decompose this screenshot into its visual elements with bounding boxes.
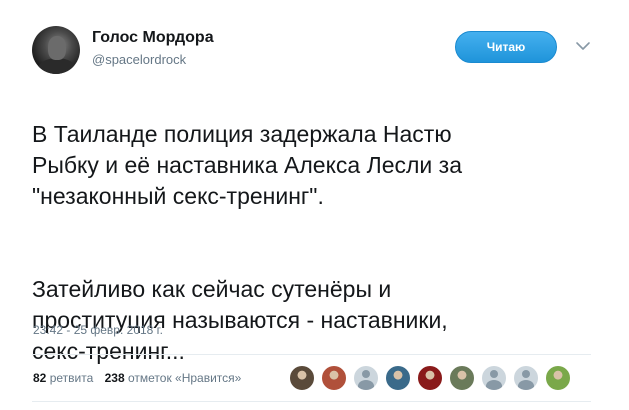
default-egg-avatar-icon[interactable]: [353, 365, 379, 391]
divider: [32, 401, 591, 402]
likes-label: отметок «Нравится»: [127, 371, 242, 385]
follow-button[interactable]: Читаю: [455, 31, 557, 63]
default-egg-avatar-icon[interactable]: [481, 365, 507, 391]
author-screen-name[interactable]: @spacelordrock: [92, 52, 186, 67]
retweets-count: 82: [33, 371, 47, 385]
user-avatar-icon[interactable]: [289, 365, 315, 391]
avatar-shoulders: [38, 58, 76, 74]
divider: [32, 354, 591, 355]
author-display-name[interactable]: Голос Мордора: [92, 29, 214, 47]
user-avatar-icon[interactable]: [545, 365, 571, 391]
user-avatar-icon[interactable]: [385, 365, 411, 391]
tweet-stats: 82 ретвита 238 отметок «Нравится»: [33, 371, 241, 385]
default-egg-avatar-icon[interactable]: [513, 365, 539, 391]
avatar-face: [48, 36, 66, 60]
retweets-stat[interactable]: 82 ретвита: [33, 371, 93, 385]
likes-count: 238: [104, 371, 125, 385]
user-avatar-icon[interactable]: [449, 365, 475, 391]
likes-stat[interactable]: 238 отметок «Нравится»: [105, 371, 242, 385]
likers-avatars: [289, 365, 577, 391]
tweet-card: Голос Мордора @spacelordrock Читаю В Таи…: [0, 0, 629, 410]
chevron-down-icon[interactable]: [575, 40, 591, 52]
user-avatar-icon[interactable]: [321, 365, 347, 391]
retweets-label: ретвита: [49, 371, 94, 385]
tweet-text: В Таиланде полиция задержала Настю Рыбку…: [32, 88, 602, 398]
author-avatar[interactable]: [32, 26, 80, 74]
user-avatar-icon[interactable]: [417, 365, 443, 391]
tweet-paragraph: В Таиланде полиция задержала Настю Рыбку…: [32, 121, 462, 209]
tweet-timestamp[interactable]: 23:42 - 25 февр. 2018 г.: [33, 323, 163, 337]
